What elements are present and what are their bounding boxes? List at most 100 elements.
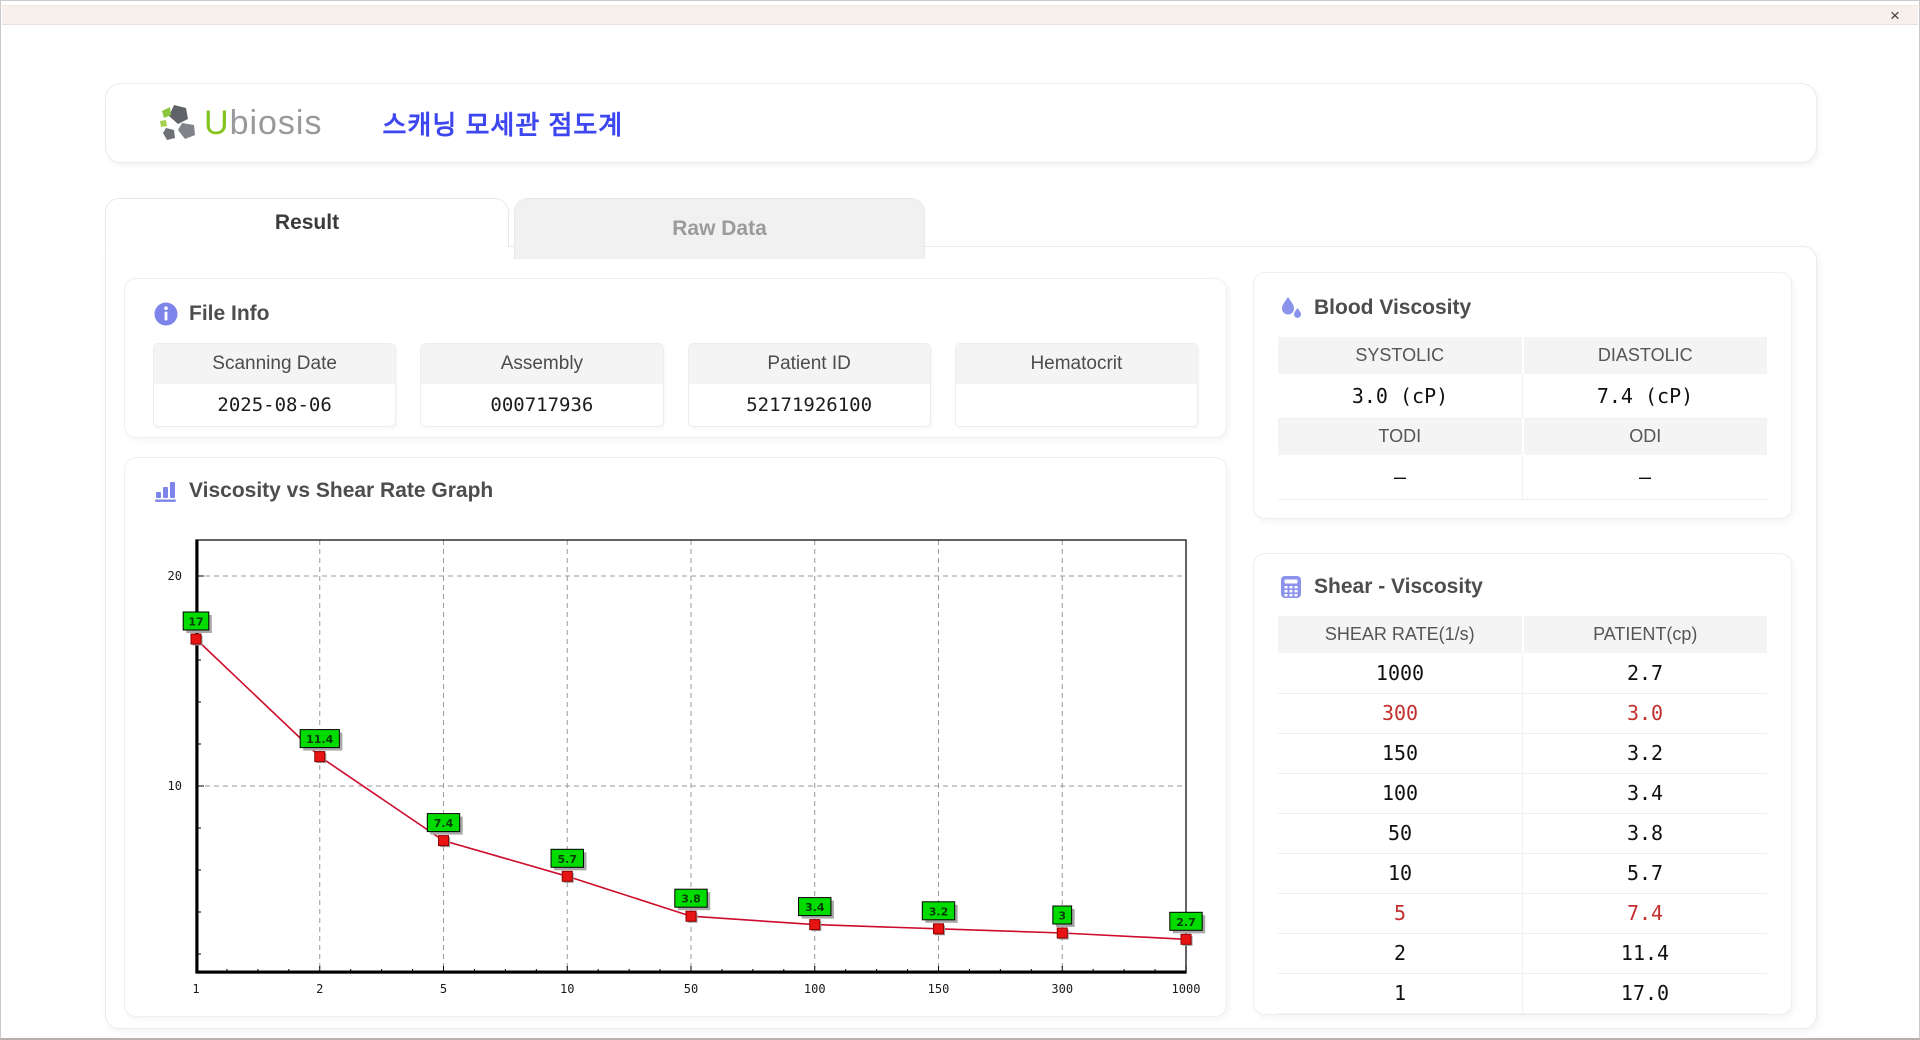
app-window: × Ubiosis 스캐닝 모세관 점도계 Result Raw Data Fi… — [0, 0, 1920, 1040]
blood-viscosity-card: Blood Viscosity SYSTOLIC DIASTOLIC 3.0 (cP… — [1253, 272, 1792, 519]
close-icon[interactable]: × — [1884, 5, 1906, 27]
shear-row: 100 3.4 — [1278, 773, 1767, 814]
data-point-marker — [685, 910, 697, 922]
blood-value-cell: 3.0 (cP) — [1278, 374, 1523, 419]
shear-cell: 2.7 — [1522, 653, 1767, 694]
data-point-label: 5.7 — [558, 853, 578, 866]
x-axis-label: 1000 — [1172, 982, 1201, 996]
file-field-value: 2025-08-06 — [217, 394, 332, 416]
file-field-label: Patient ID — [688, 344, 930, 384]
file-field-value — [956, 384, 1197, 426]
shear-row: 10 5.7 — [1278, 853, 1767, 894]
app-title: 스캐닝 모세관 점도계 — [382, 109, 624, 140]
x-axis-label: 5 — [440, 982, 447, 996]
chart-wrap: 10 20 1 2 5 10 50 100 150 300 1000 17 11.4 7.4 5.7 3.8 3… — [125, 518, 1228, 1016]
blood-header-cell: ODI — [1522, 418, 1767, 455]
shear-row: 1000 2.7 — [1278, 653, 1767, 694]
x-axis-label: 10 — [560, 982, 574, 996]
file-info-fields: Scanning Date 2025-08-06 Assembly 000717936… — [153, 343, 1198, 427]
shear-row: 50 3.8 — [1278, 813, 1767, 854]
blood-value-cell: 7.4 (cP) — [1522, 374, 1767, 419]
data-point-marker — [933, 923, 944, 935]
data-point-marker — [438, 835, 449, 847]
shear-cell: 150 — [1278, 733, 1523, 774]
shear-cell: 1000 — [1278, 653, 1523, 694]
data-point-label: 2.7 — [1176, 916, 1196, 929]
file-info-card: File Info Scanning Date 2025-08-06 Assembl… — [124, 278, 1227, 438]
file-field-label: Assembly — [421, 344, 663, 384]
shear-row: 5 7.4 — [1278, 893, 1767, 934]
file-field-label: Hematocrit — [955, 344, 1197, 384]
file-field-value: 52171926100 — [746, 394, 873, 416]
droplets-icon — [1282, 297, 1301, 318]
tab-result[interactable]: Result — [105, 198, 509, 247]
file-field: Hematocrit — [954, 343, 1198, 427]
x-axis-label: 1 — [192, 982, 199, 996]
tab-raw-data[interactable]: Raw Data — [514, 198, 925, 259]
data-point-label: 3.4 — [805, 901, 825, 914]
file-field: Assembly 000717936 — [420, 343, 664, 427]
shear-cell: 3.2 — [1522, 733, 1767, 774]
shear-cell: 5.7 — [1522, 853, 1767, 894]
shear-cell: 1 — [1278, 973, 1523, 1014]
file-field: Patient ID 52171926100 — [687, 343, 931, 427]
shear-header-cell: PATIENT(cp) — [1522, 616, 1767, 653]
title-bar: × — [2, 5, 1918, 25]
data-point-label: 3 — [1058, 910, 1066, 923]
shear-viscosity-table: SHEAR RATE(1/s) PATIENT(cp) 1000 2.7 300 3.0 1… — [1278, 616, 1767, 1014]
file-field-value: 000717936 — [490, 394, 594, 416]
data-point-marker — [314, 751, 326, 763]
blood-value-cell: – — [1278, 455, 1523, 500]
data-point-marker — [190, 633, 202, 645]
data-point-marker — [1180, 933, 1192, 945]
data-point-marker — [1056, 927, 1068, 939]
shear-row: 2 11.4 — [1278, 933, 1767, 974]
graph-title: Viscosity vs Shear Rate Graph — [189, 479, 494, 502]
blood-viscosity-table: SYSTOLIC DIASTOLIC 3.0 (cP) 7.4 (cP) TODI ODI… — [1278, 337, 1767, 500]
shear-cell: 100 — [1278, 773, 1523, 814]
shear-cell: 2 — [1278, 933, 1523, 974]
blood-viscosity-title: Blood Viscosity — [1314, 296, 1472, 319]
shear-cell: 3.8 — [1522, 813, 1767, 854]
shear-cell: 3.4 — [1522, 773, 1767, 814]
shear-cell: 50 — [1278, 813, 1523, 854]
data-point-label: 3.2 — [929, 905, 949, 918]
blood-value-row: 3.0 (cP) 7.4 (cP) — [1278, 374, 1767, 419]
file-field: Scanning Date 2025-08-06 — [153, 343, 397, 427]
data-point-marker — [809, 919, 821, 931]
data-point-label: 17 — [188, 616, 203, 629]
shear-cell: 17.0 — [1522, 973, 1767, 1014]
blood-header-cell: TODI — [1278, 418, 1524, 455]
ubiosis-logo-icon — [160, 105, 195, 140]
shear-viscosity-title-row: Shear - Viscosity — [1278, 574, 1767, 600]
logo: Ubiosis — [158, 101, 323, 145]
header-card: Ubiosis 스캐닝 모세관 점도계 — [105, 83, 1817, 163]
x-axis-label: 100 — [804, 982, 826, 996]
x-axis-label: 150 — [928, 982, 950, 996]
y-axis-label: 10 — [168, 779, 182, 793]
logo-text: Ubiosis — [204, 103, 323, 142]
bar-chart-icon — [155, 482, 176, 502]
shear-cell: 300 — [1278, 693, 1523, 734]
shear-cell: 11.4 — [1522, 933, 1767, 974]
blood-viscosity-title-row: Blood Viscosity — [1278, 295, 1767, 321]
viscosity-chart: 10 20 1 2 5 10 50 100 150 300 1000 17 11.4 7.4 5.7 3.8 3… — [168, 539, 1206, 996]
shear-cell: 7.4 — [1522, 893, 1767, 934]
graph-title-row: Viscosity vs Shear Rate Graph — [153, 478, 1198, 504]
shear-row: 1 17.0 — [1278, 973, 1767, 1014]
blood-header-cell: DIASTOLIC — [1522, 337, 1767, 374]
blood-header-row: TODI ODI — [1278, 418, 1767, 455]
shear-viscosity-title: Shear - Viscosity — [1314, 575, 1483, 598]
shear-row: 300 3.0 — [1278, 693, 1767, 734]
shear-cell: 10 — [1278, 853, 1523, 894]
y-axis-label: 20 — [168, 569, 182, 583]
shear-row: 150 3.2 — [1278, 733, 1767, 774]
calculator-icon — [1281, 576, 1301, 598]
x-axis-label: 2 — [316, 982, 323, 996]
shear-cell: 3.0 — [1522, 693, 1767, 734]
x-axis-label: 300 — [1051, 982, 1073, 996]
info-icon — [154, 302, 178, 326]
data-point-label: 7.4 — [434, 817, 454, 830]
data-point-marker — [561, 870, 573, 882]
file-info-title-row: File Info — [153, 301, 1198, 327]
